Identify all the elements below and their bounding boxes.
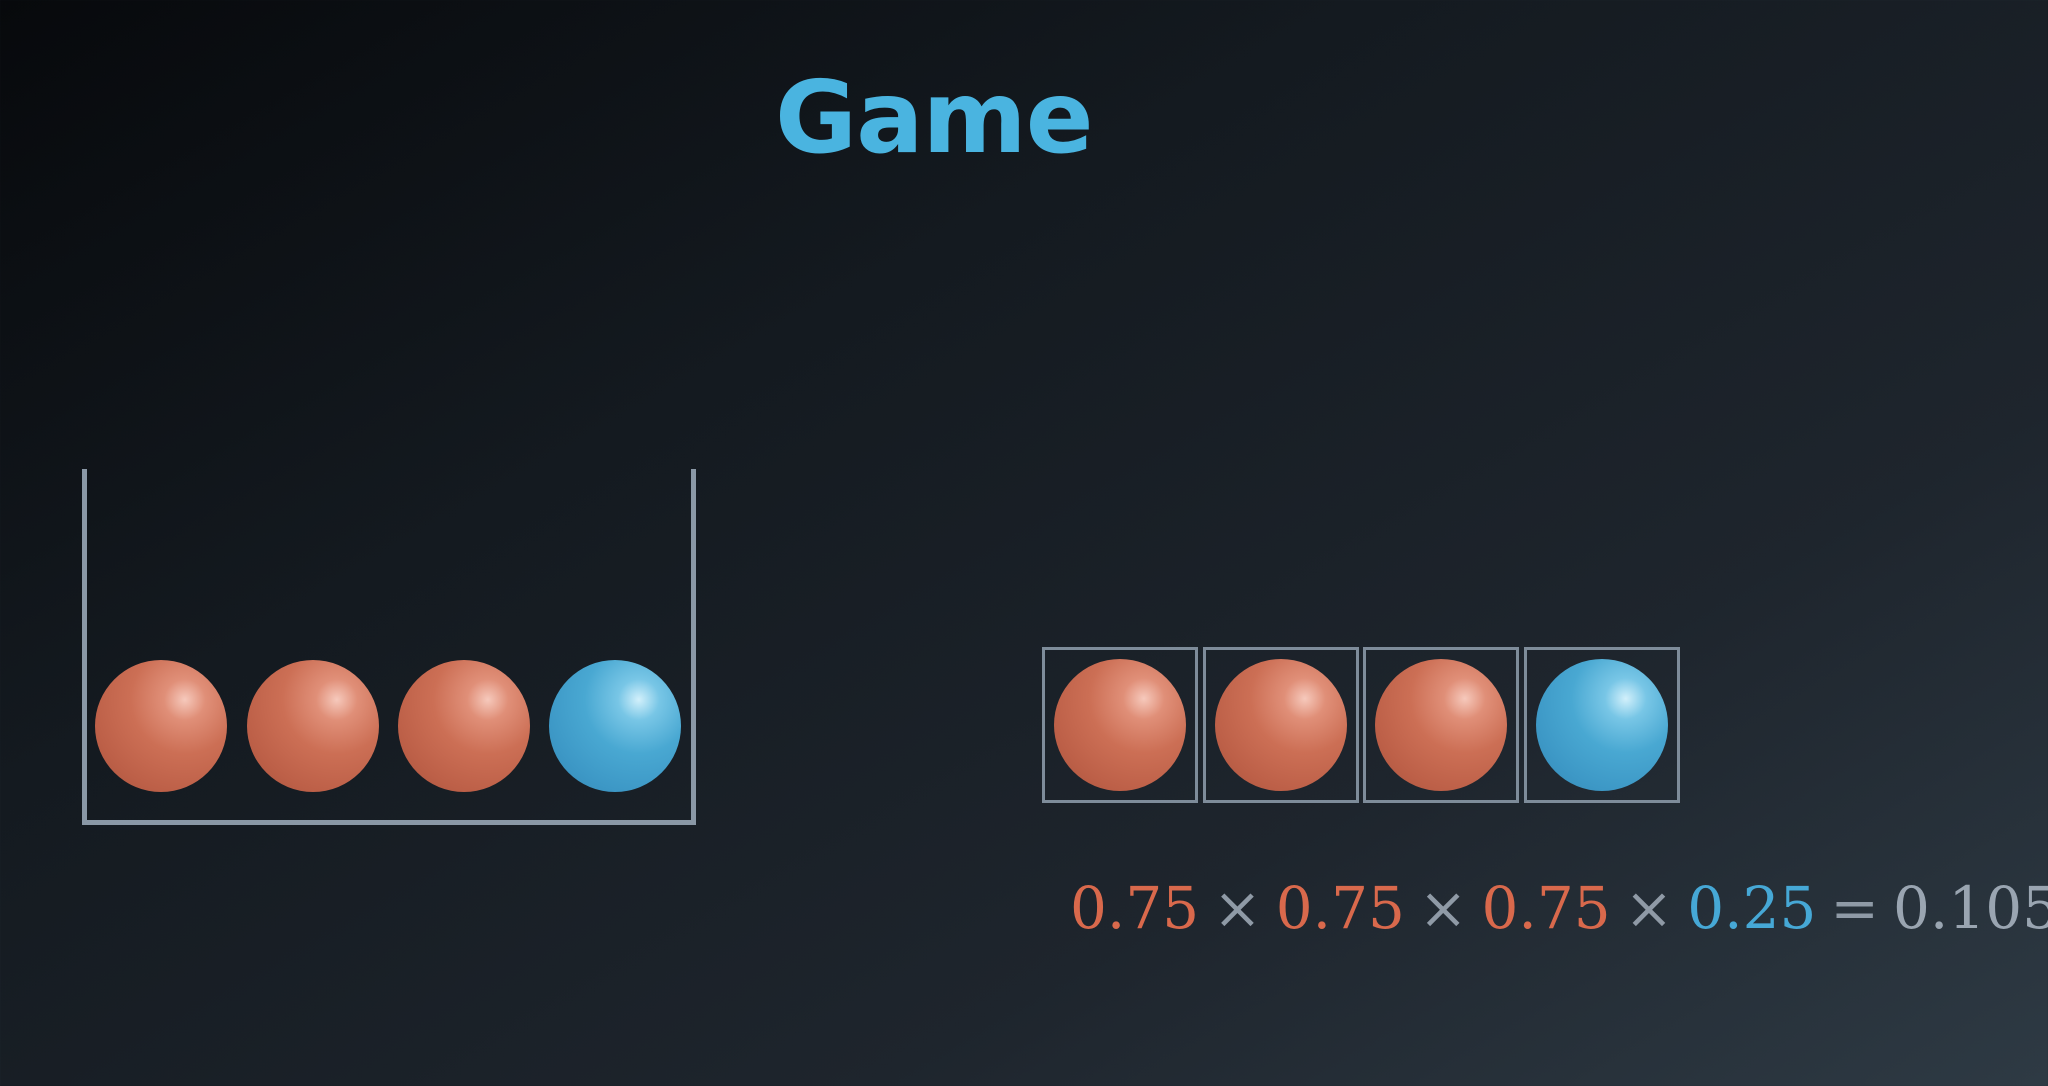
- blue-ball: [549, 660, 681, 792]
- red-ball: [1215, 659, 1347, 791]
- red-ball: [1054, 659, 1186, 791]
- times-sign: ×: [1213, 874, 1262, 942]
- red-ball: [398, 660, 530, 792]
- red-ball: [247, 660, 379, 792]
- sequence-slot: [1363, 647, 1519, 803]
- equation-result: 0.105: [1893, 874, 2048, 942]
- sequence-slot: [1042, 647, 1198, 803]
- times-sign: ×: [1418, 874, 1468, 942]
- times-sign: ×: [1624, 874, 1674, 942]
- page-title: Game: [775, 59, 1094, 176]
- probability-equation: 0.75 × 0.75 × 0.75 × 0.25 = 0.105: [1070, 868, 2048, 948]
- sequence-slot: [1203, 647, 1359, 803]
- sequence-slot: [1524, 647, 1680, 803]
- blue-ball: [1536, 659, 1668, 791]
- equals-sign: =: [1830, 874, 1879, 942]
- red-ball: [1375, 659, 1507, 791]
- factor-blue: 0.25: [1687, 874, 1817, 942]
- red-ball: [95, 660, 227, 792]
- factor-red: 0.75: [1070, 874, 1200, 942]
- factor-red: 0.75: [1275, 874, 1405, 942]
- factor-red: 0.75: [1481, 874, 1611, 942]
- ball-container: [82, 469, 696, 825]
